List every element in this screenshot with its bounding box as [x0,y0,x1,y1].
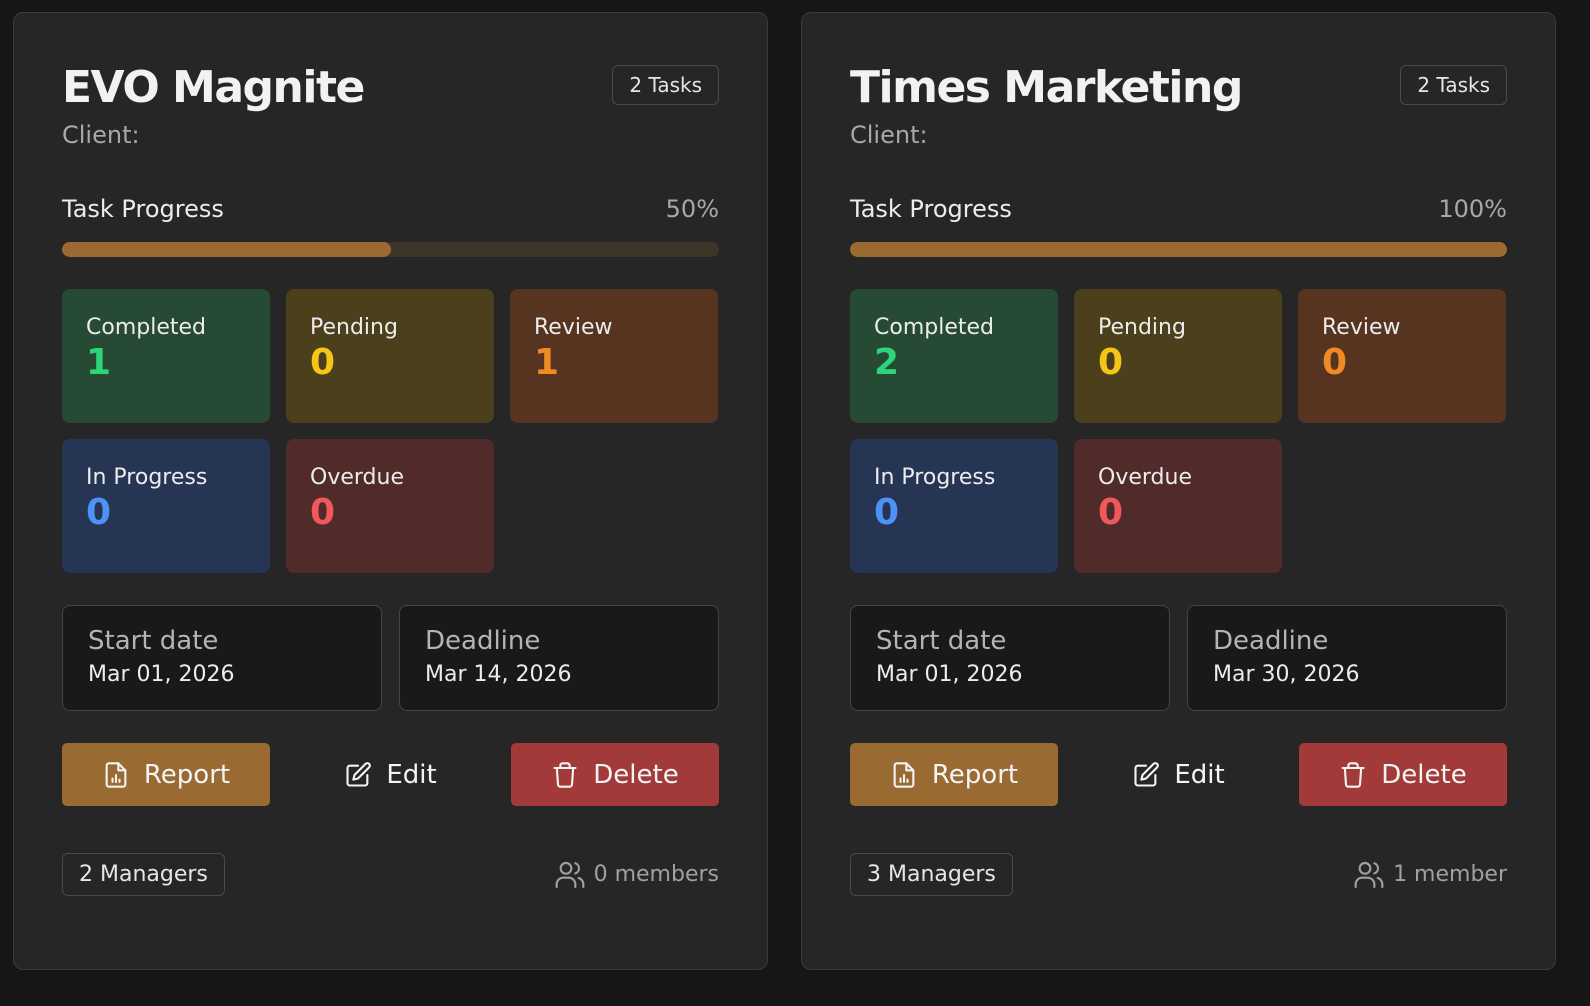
stat-review: Review 1 [510,289,718,423]
members-text: 0 members [593,862,719,887]
stat-value: 0 [1098,342,1124,383]
report-button-label: Report [931,759,1019,790]
client-label: Client: [62,121,140,149]
report-button[interactable]: Report [850,743,1058,806]
card-footer: 3 Managers 1 member [850,853,1507,896]
members-text: 1 member [1393,862,1507,887]
stat-overdue: Overdue 0 [1074,439,1282,573]
deadline-box: Deadline Mar 14, 2026 [399,605,719,711]
report-button-label: Report [143,759,231,790]
stat-label: Completed [874,315,994,340]
stat-pending: Pending 0 [1074,289,1282,423]
progress-header: Task Progress 100% [850,195,1507,223]
stat-value: 0 [1098,492,1124,533]
stat-pending: Pending 0 [286,289,494,423]
card-actions: Report Edit Delete [62,743,719,806]
card-header: EVO Magnite 2 Tasks [62,63,719,112]
stat-in-progress: In Progress 0 [850,439,1058,573]
stat-in-progress: In Progress 0 [62,439,270,573]
report-button[interactable]: Report [62,743,270,806]
client-label: Client: [850,121,928,149]
stat-value: 0 [1322,342,1348,383]
start-date-value: Mar 01, 2026 [88,662,235,687]
stat-review: Review 0 [1298,289,1506,423]
deadline-value: Mar 14, 2026 [425,662,572,687]
progress-label: Task Progress [62,195,224,223]
stat-label: In Progress [86,465,208,490]
stat-label: Overdue [1098,465,1192,490]
stat-value: 1 [86,342,112,383]
project-title: EVO Magnite [62,62,365,113]
tasks-count-badge: 2 Tasks [1400,65,1507,105]
edit-pencil-icon [346,761,372,787]
delete-button[interactable]: Delete [511,743,719,806]
task-stats: Completed 2 Pending 0 Review 0 In Progre… [850,289,1507,573]
delete-button-label: Delete [1381,759,1467,790]
stat-overdue: Overdue 0 [286,439,494,573]
stat-value: 0 [874,492,900,533]
stat-completed: Completed 2 [850,289,1058,423]
deadline-box: Deadline Mar 30, 2026 [1187,605,1507,711]
members-count: 0 members [554,859,719,891]
project-card: Times Marketing 2 Tasks Client: Task Pro… [801,12,1556,970]
date-row: Start date Mar 01, 2026 Deadline Mar 14,… [62,605,719,711]
card-footer: 2 Managers 0 members [62,853,719,896]
start-date-value: Mar 01, 2026 [876,662,1023,687]
edit-button[interactable]: Edit [287,743,495,806]
report-document-icon [105,761,127,788]
managers-badge: 2 Managers [62,853,225,896]
members-count: 1 member [1353,859,1507,891]
progress-header: Task Progress 50% [62,195,719,223]
stat-value: 0 [86,492,112,533]
card-actions: Report Edit Delete [850,743,1507,806]
stat-label: Review [534,315,613,340]
trash-icon [553,761,577,788]
trash-icon [1341,761,1365,788]
deadline-value: Mar 30, 2026 [1213,662,1360,687]
progress-percent: 100% [1438,195,1507,223]
delete-button[interactable]: Delete [1299,743,1507,806]
start-date-label: Start date [88,626,219,656]
edit-pencil-icon [1134,761,1160,787]
delete-button-label: Delete [593,759,679,790]
edit-button-label: Edit [386,759,437,790]
card-header: Times Marketing 2 Tasks [850,63,1507,112]
stat-label: Review [1322,315,1401,340]
stat-label: Overdue [310,465,404,490]
stat-value: 2 [874,342,900,383]
start-date-label: Start date [876,626,1007,656]
stat-completed: Completed 1 [62,289,270,423]
report-document-icon [893,761,915,788]
stat-label: Pending [310,315,398,340]
stat-value: 1 [534,342,560,383]
stat-value: 0 [310,342,336,383]
edit-button-label: Edit [1174,759,1225,790]
tasks-count-badge: 2 Tasks [612,65,719,105]
progress-percent: 50% [665,195,719,223]
start-date-box: Start date Mar 01, 2026 [850,605,1170,711]
managers-badge: 3 Managers [850,853,1013,896]
start-date-box: Start date Mar 01, 2026 [62,605,382,711]
progress-bar-fill [850,242,1507,257]
project-card: EVO Magnite 2 Tasks Client: Task Progres… [13,12,768,970]
stat-label: In Progress [874,465,996,490]
edit-button[interactable]: Edit [1075,743,1283,806]
project-title: Times Marketing [850,62,1243,113]
project-grid: EVO Magnite 2 Tasks Client: Task Progres… [13,12,1556,970]
stat-value: 0 [310,492,336,533]
deadline-label: Deadline [1213,626,1329,656]
deadline-label: Deadline [425,626,541,656]
date-row: Start date Mar 01, 2026 Deadline Mar 30,… [850,605,1507,711]
task-stats: Completed 1 Pending 0 Review 1 In Progre… [62,289,719,573]
progress-bar [62,242,719,257]
progress-bar [850,242,1507,257]
users-icon [555,861,584,888]
progress-label: Task Progress [850,195,1012,223]
users-icon [1354,861,1384,888]
stat-label: Pending [1098,315,1186,340]
progress-bar-fill [62,242,391,257]
stat-label: Completed [86,315,206,340]
